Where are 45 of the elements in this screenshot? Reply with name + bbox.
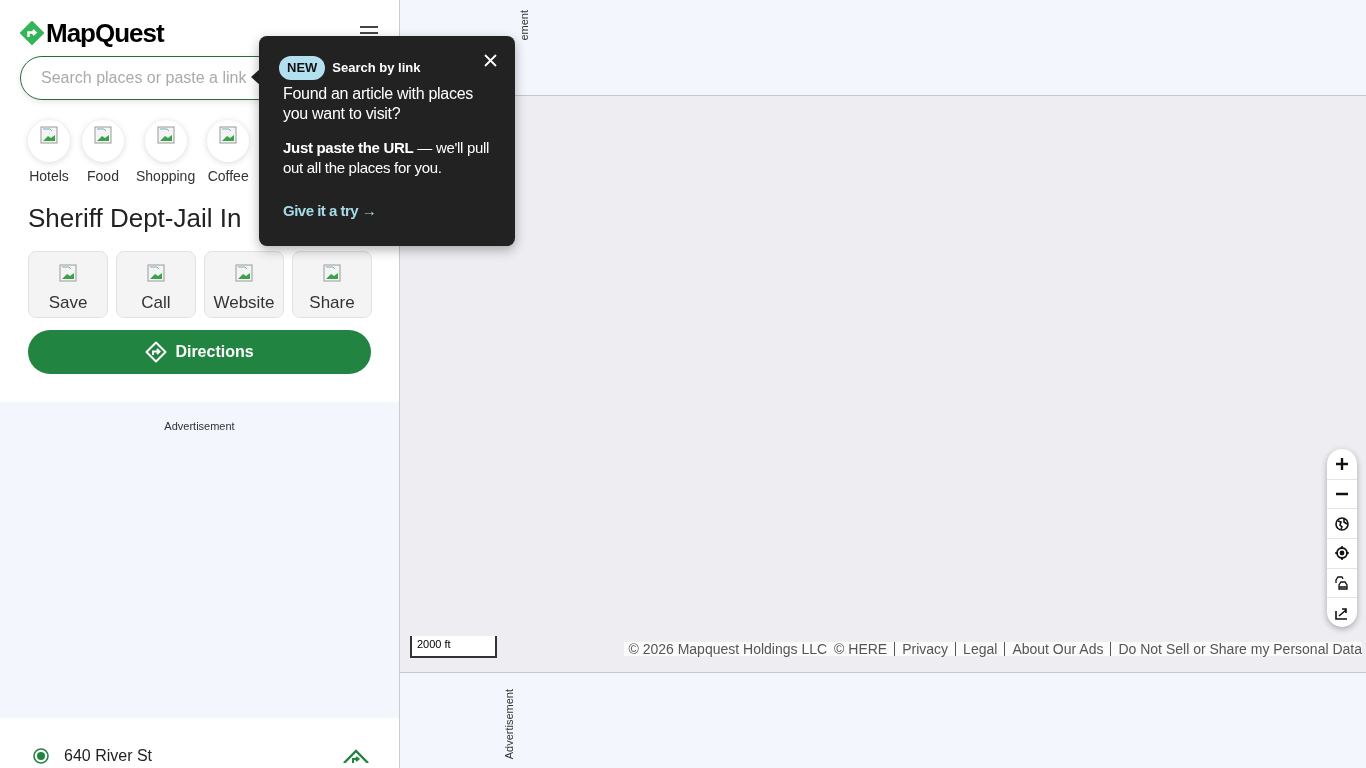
locate-icon <box>1335 546 1349 561</box>
category-icon-button[interactable] <box>144 120 187 162</box>
ad-label: ement <box>519 10 530 41</box>
attribution-link[interactable]: Legal <box>955 642 998 656</box>
attribution-link: © 2026 Mapquest Holdings LLC <box>628 642 828 656</box>
directions-icon[interactable] <box>343 749 369 763</box>
place-title: Sheriff Dept-Jail In <box>28 205 242 231</box>
address-text: 640 River St <box>64 746 153 766</box>
logo-icon <box>20 21 44 45</box>
broken-image-icon <box>323 264 341 282</box>
location-pin-icon <box>33 748 49 764</box>
category-label[interactable]: Shopping <box>136 169 196 183</box>
attribution-link[interactable]: Privacy <box>894 642 949 656</box>
attribution-link[interactable]: Do Not Sell or Share my Personal Data <box>1110 642 1362 656</box>
category-label[interactable]: Hotels <box>29 169 69 183</box>
action-button[interactable]: Website <box>204 251 284 318</box>
broken-image-icon <box>219 126 238 144</box>
category-icon-button[interactable] <box>82 120 124 162</box>
try-link[interactable]: Give it a try → <box>283 200 377 223</box>
zoom-in-icon <box>1335 456 1349 471</box>
broken-image-icon <box>94 126 112 144</box>
ad-label: Advertisement <box>164 419 235 431</box>
broken-image-icon <box>147 264 165 282</box>
action-button[interactable]: Save <box>28 251 108 318</box>
broken-image-icon <box>156 126 175 144</box>
close-icon[interactable] <box>484 54 497 67</box>
directions-button[interactable]: Directions <box>28 330 371 374</box>
scale-bar: 2000 ft <box>410 636 497 658</box>
action-button[interactable]: Share <box>292 251 372 318</box>
attribution-link: © HERE <box>834 642 888 656</box>
category-label[interactable]: Food <box>87 169 119 183</box>
broken-image-icon <box>59 264 77 282</box>
ad-label: Advertisement <box>504 689 515 760</box>
new-badge: NEW <box>279 56 326 80</box>
category-label[interactable]: Coffee <box>207 169 249 183</box>
logo-text[interactable]: MapQuest <box>46 20 164 46</box>
directions-icon <box>145 341 168 363</box>
category-icon-button[interactable] <box>28 120 70 162</box>
attribution-link[interactable]: About Our Ads <box>1004 642 1104 656</box>
category-icon-button[interactable] <box>207 120 250 162</box>
share-icon <box>1335 605 1349 620</box>
globe-icon <box>1335 516 1349 531</box>
action-button[interactable]: Call <box>116 251 196 318</box>
broken-image-icon <box>235 264 253 282</box>
broken-image-icon <box>40 126 58 144</box>
